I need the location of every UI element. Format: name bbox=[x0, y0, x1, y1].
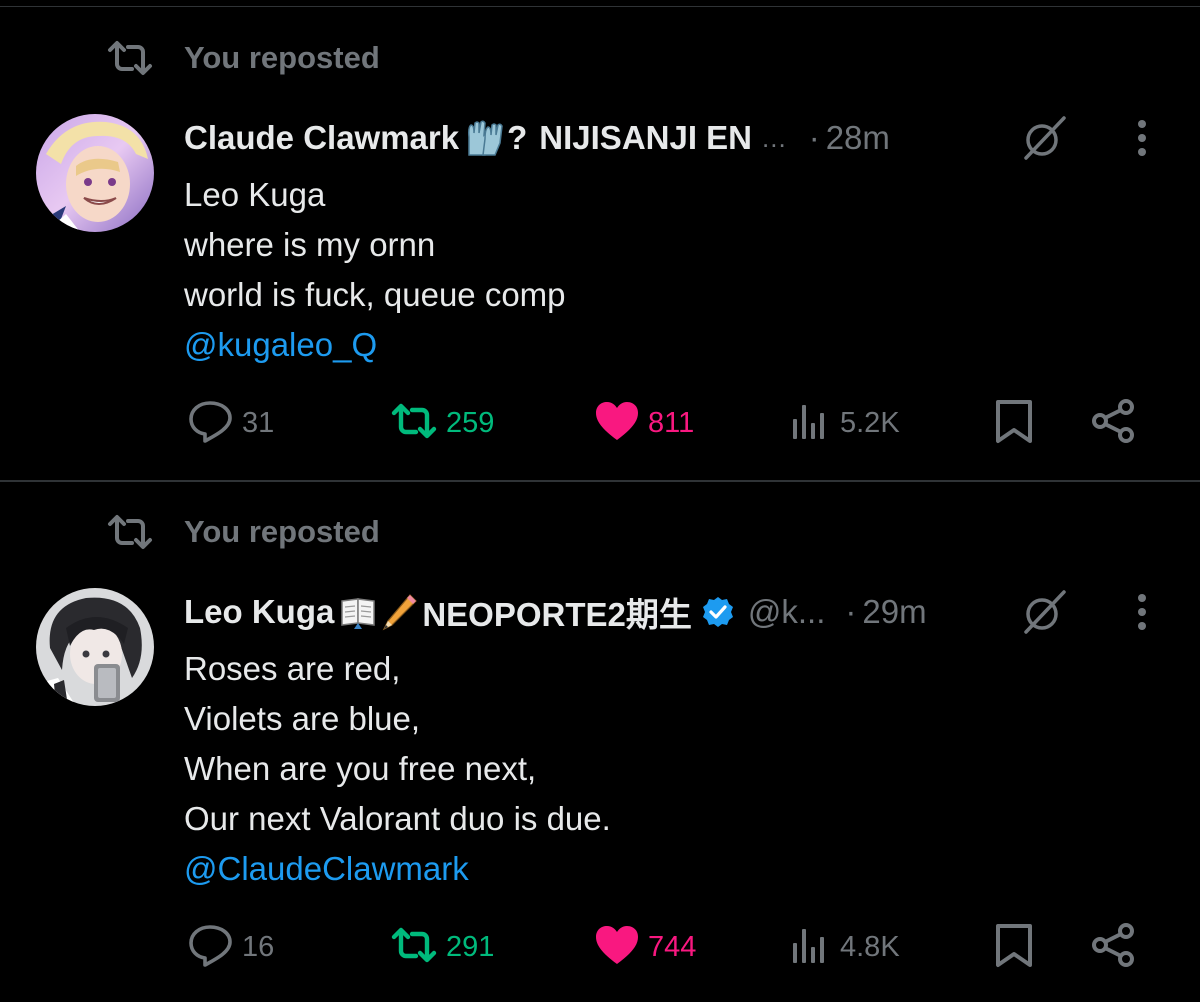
like-button[interactable]: 744 bbox=[594, 922, 696, 972]
post-2[interactable]: You reposted Leo Kuga NEOPORTE2期生 @k... … bbox=[0, 474, 1200, 967]
grok-icon[interactable] bbox=[1018, 112, 1070, 164]
repost-button[interactable]: 259 bbox=[390, 398, 494, 448]
share-icon bbox=[1090, 397, 1138, 450]
repost-context: You reposted bbox=[106, 36, 380, 80]
avatar[interactable] bbox=[36, 114, 154, 232]
share-button[interactable] bbox=[1090, 922, 1138, 972]
more-icon[interactable] bbox=[1124, 116, 1160, 160]
verified-badge-icon bbox=[702, 596, 734, 628]
repost-icon bbox=[106, 512, 154, 552]
repost-icon bbox=[106, 38, 154, 78]
post-text-line: where is my ornn bbox=[184, 226, 436, 263]
separator-dot: · bbox=[808, 119, 820, 156]
reply-count: 31 bbox=[242, 406, 275, 439]
like-count: 744 bbox=[648, 930, 697, 963]
post-time[interactable]: 28m bbox=[826, 119, 890, 157]
reply-icon bbox=[188, 399, 234, 448]
author-affiliation: NIJISANJI EN bbox=[539, 119, 753, 156]
post-body: Leo Kuga where is my ornn world is fuck,… bbox=[184, 170, 566, 370]
reply-icon bbox=[188, 923, 234, 972]
repost-count: 291 bbox=[446, 930, 495, 963]
grok-icon[interactable] bbox=[1018, 586, 1070, 638]
reply-button[interactable]: 31 bbox=[188, 398, 274, 448]
author-name[interactable]: Claude Clawmark bbox=[184, 119, 459, 157]
separator-dot: · bbox=[845, 593, 857, 630]
post-text-line: Violets are blue, bbox=[184, 700, 421, 737]
post-text-line: When are you free next, bbox=[184, 750, 537, 787]
repost-icon bbox=[390, 927, 438, 968]
views-button[interactable]: 5.2K bbox=[790, 398, 900, 448]
post-header: Claude Clawmark ? NIJISANJI EN ... · 28m bbox=[184, 112, 1184, 164]
post-text-line: Leo Kuga bbox=[184, 176, 326, 213]
action-bar: 16 291 744 4.8K bbox=[0, 922, 1200, 972]
post-time[interactable]: 29m bbox=[862, 593, 926, 631]
heart-icon bbox=[594, 924, 640, 971]
heart-icon bbox=[594, 400, 640, 447]
question-mark: ? bbox=[507, 119, 528, 156]
post-text-line: world is fuck, queue comp bbox=[184, 276, 566, 313]
repost-context: You reposted bbox=[106, 510, 380, 554]
book-pencil-emoji bbox=[340, 593, 418, 631]
views-icon bbox=[790, 401, 832, 446]
post-text-line: Roses are red, bbox=[184, 650, 401, 687]
repost-label: You reposted bbox=[184, 514, 380, 549]
views-button[interactable]: 4.8K bbox=[790, 922, 900, 972]
like-button[interactable]: 811 bbox=[594, 398, 694, 448]
avatar[interactable] bbox=[36, 588, 154, 706]
post-1[interactable]: You reposted Claude Clawmark ? NIJISANJI… bbox=[0, 0, 1200, 470]
truncation-ellipsis: ... bbox=[762, 122, 787, 153]
views-icon bbox=[790, 925, 832, 970]
repost-count: 259 bbox=[446, 406, 495, 439]
author-affiliation: NEOPORTE2期生 bbox=[422, 596, 692, 633]
repost-button[interactable]: 291 bbox=[390, 922, 494, 972]
bookmark-icon bbox=[994, 398, 1034, 449]
more-icon[interactable] bbox=[1124, 590, 1160, 634]
post-text-line: Our next Valorant duo is due. bbox=[184, 800, 611, 837]
mention-link[interactable]: @ClaudeClawmark bbox=[184, 844, 611, 894]
view-count: 4.8K bbox=[840, 930, 900, 963]
share-button[interactable] bbox=[1090, 398, 1138, 448]
bookmark-icon bbox=[994, 922, 1034, 973]
repost-label: You reposted bbox=[184, 40, 380, 75]
bookmark-button[interactable] bbox=[994, 922, 1034, 972]
share-icon bbox=[1090, 921, 1138, 974]
gloves-emoji bbox=[465, 119, 505, 157]
bookmark-button[interactable] bbox=[994, 398, 1034, 448]
like-count: 811 bbox=[648, 406, 695, 439]
repost-icon bbox=[390, 403, 438, 444]
reply-button[interactable]: 16 bbox=[188, 922, 274, 972]
post-body: Roses are red, Violets are blue, When ar… bbox=[184, 644, 611, 894]
post-header: Leo Kuga NEOPORTE2期生 @k... · 29m bbox=[184, 586, 1184, 638]
view-count: 5.2K bbox=[840, 406, 900, 439]
mention-link[interactable]: @kugaleo_Q bbox=[184, 320, 566, 370]
action-bar: 31 259 811 5.2K bbox=[0, 398, 1200, 448]
author-name[interactable]: Leo Kuga bbox=[184, 593, 334, 631]
author-handle[interactable]: @k... bbox=[748, 593, 826, 631]
reply-count: 16 bbox=[242, 930, 275, 963]
